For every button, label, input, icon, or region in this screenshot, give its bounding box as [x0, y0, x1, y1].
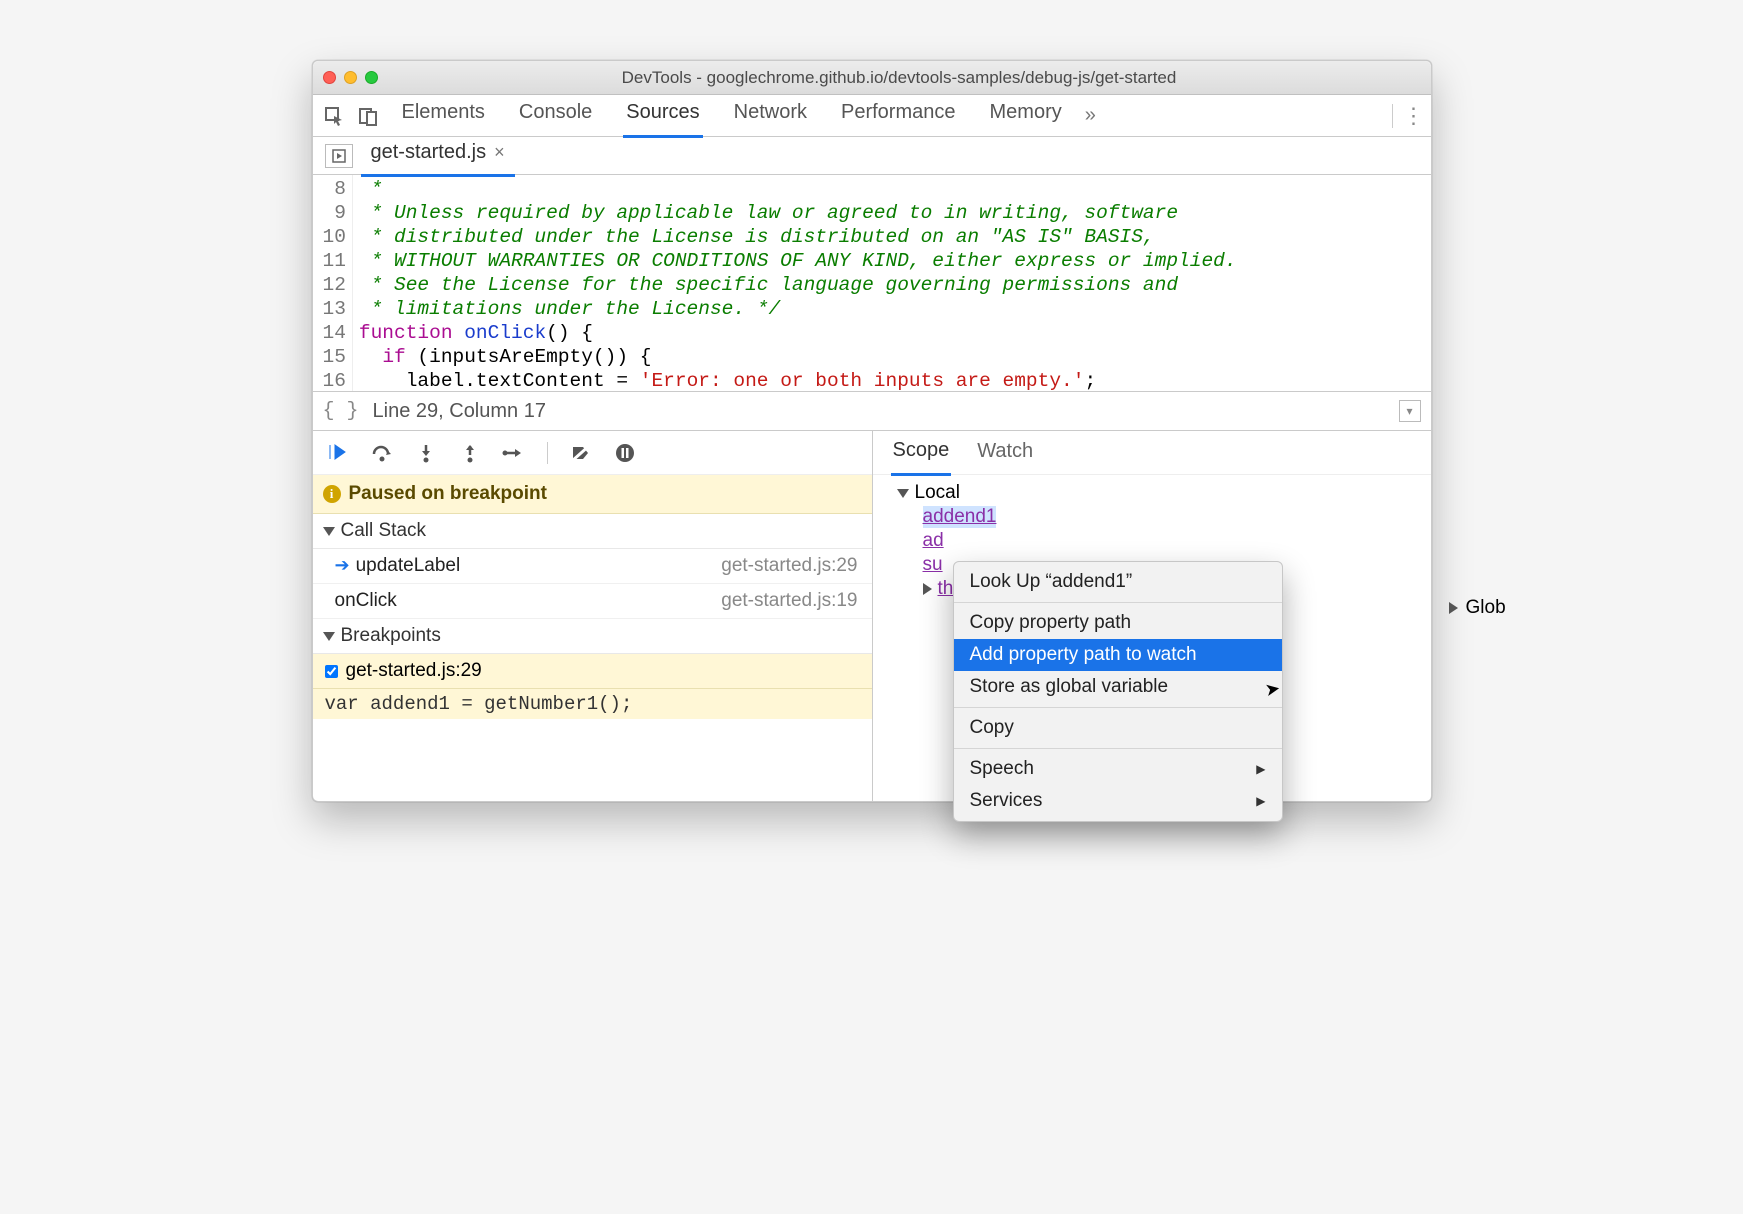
menu-item[interactable]: Copy [954, 712, 1282, 744]
tab-performance[interactable]: Performance [838, 94, 959, 138]
scope-variable[interactable]: addend1 [883, 505, 1421, 529]
disclosure-triangle-icon [323, 632, 335, 641]
scope-watch-tabs: Scope Watch [873, 431, 1431, 475]
breakpoint-checkbox[interactable] [325, 665, 338, 678]
cursor-icon: ➤ [1263, 678, 1282, 701]
code-content: * * Unless required by applicable law or… [353, 175, 1243, 391]
disclosure-triangle-icon [923, 583, 932, 595]
panel-tab-strip: Elements Console Sources Network Performance… [313, 95, 1431, 137]
tab-elements[interactable]: Elements [399, 94, 488, 138]
callstack-header[interactable]: Call Stack [313, 514, 872, 549]
devtools-window: DevTools - googlechrome.github.io/devtoo… [312, 60, 1432, 802]
callstack-title: Call Stack [341, 520, 427, 542]
tab-console[interactable]: Console [516, 94, 595, 138]
inspect-element-icon[interactable] [319, 101, 349, 131]
close-tab-icon[interactable]: × [494, 142, 505, 163]
editor-status-bar: { } Line 29, Column 17 ▾ [313, 391, 1431, 431]
disclosure-triangle-icon [1449, 602, 1458, 614]
scope-global[interactable]: Glob Window [1449, 597, 1506, 619]
window-controls [323, 71, 378, 84]
disclosure-triangle-icon [897, 489, 909, 498]
scope-variable[interactable]: ad [883, 529, 1421, 553]
step-icon[interactable] [501, 440, 527, 466]
tab-scope[interactable]: Scope [891, 430, 952, 476]
step-over-icon[interactable] [369, 440, 395, 466]
coverage-toggle-icon[interactable]: ▾ [1399, 400, 1421, 422]
menu-item[interactable]: Speech [954, 753, 1282, 785]
debug-left-pane: i Paused on breakpoint Call Stack ➔updat… [313, 431, 873, 801]
cursor-position: Line 29, Column 17 [373, 400, 546, 423]
breakpoint-item[interactable]: get-started.js:29 [313, 654, 872, 689]
menu-item[interactable]: Add property path to watch [954, 639, 1282, 671]
breakpoints-title: Breakpoints [341, 625, 441, 647]
tab-sources[interactable]: Sources [623, 94, 702, 138]
step-into-icon[interactable] [413, 440, 439, 466]
file-tab-label: get-started.js [371, 141, 487, 164]
menu-item[interactable]: Copy property path [954, 607, 1282, 639]
menu-item[interactable]: Store as global variable [954, 671, 1282, 703]
global-label: Glob [1466, 597, 1506, 619]
titlebar: DevTools - googlechrome.github.io/devtoo… [313, 61, 1431, 95]
scope-local[interactable]: Local [883, 481, 1421, 505]
debug-toolbar [313, 431, 872, 475]
code-editor[interactable]: 8910111213141516 * * Unless required by … [313, 175, 1431, 391]
callstack-frame[interactable]: onClickget-started.js:19 [313, 584, 872, 619]
line-gutter: 8910111213141516 [313, 175, 353, 391]
separator [1392, 104, 1393, 128]
navigator-toggle-icon[interactable] [325, 144, 353, 168]
source-file-tabs: get-started.js × [313, 137, 1431, 175]
info-icon: i [323, 485, 341, 503]
tab-memory[interactable]: Memory [987, 94, 1065, 138]
minimize-window-icon[interactable] [344, 71, 357, 84]
kebab-menu-icon[interactable]: ⋮ [1403, 105, 1425, 127]
menu-item[interactable]: Services [954, 785, 1282, 817]
tab-network[interactable]: Network [731, 94, 810, 138]
zoom-window-icon[interactable] [365, 71, 378, 84]
window-title: DevTools - googlechrome.github.io/devtoo… [378, 68, 1421, 88]
device-toggle-icon[interactable] [353, 101, 383, 131]
context-menu: Look Up “addend1” Copy property pathAdd p… [953, 561, 1283, 822]
disclosure-triangle-icon [323, 527, 335, 536]
file-tab-get-started[interactable]: get-started.js × [361, 135, 515, 177]
resume-icon[interactable] [325, 440, 351, 466]
close-window-icon[interactable] [323, 71, 336, 84]
more-tabs-icon[interactable]: » [1085, 104, 1096, 127]
menu-item[interactable]: Look Up “addend1” [954, 566, 1282, 598]
paused-text: Paused on breakpoint [349, 483, 547, 505]
deactivate-breakpoints-icon[interactable] [568, 440, 594, 466]
step-out-icon[interactable] [457, 440, 483, 466]
pause-exceptions-icon[interactable] [612, 440, 638, 466]
pretty-print-icon[interactable]: { } [323, 400, 359, 423]
separator [547, 442, 548, 464]
tab-watch[interactable]: Watch [975, 431, 1035, 474]
breakpoint-code: var addend1 = getNumber1(); [313, 689, 872, 719]
breakpoints-header[interactable]: Breakpoints [313, 619, 872, 654]
callstack-frame[interactable]: ➔updateLabelget-started.js:29 [313, 549, 872, 584]
paused-banner: i Paused on breakpoint [313, 475, 872, 514]
